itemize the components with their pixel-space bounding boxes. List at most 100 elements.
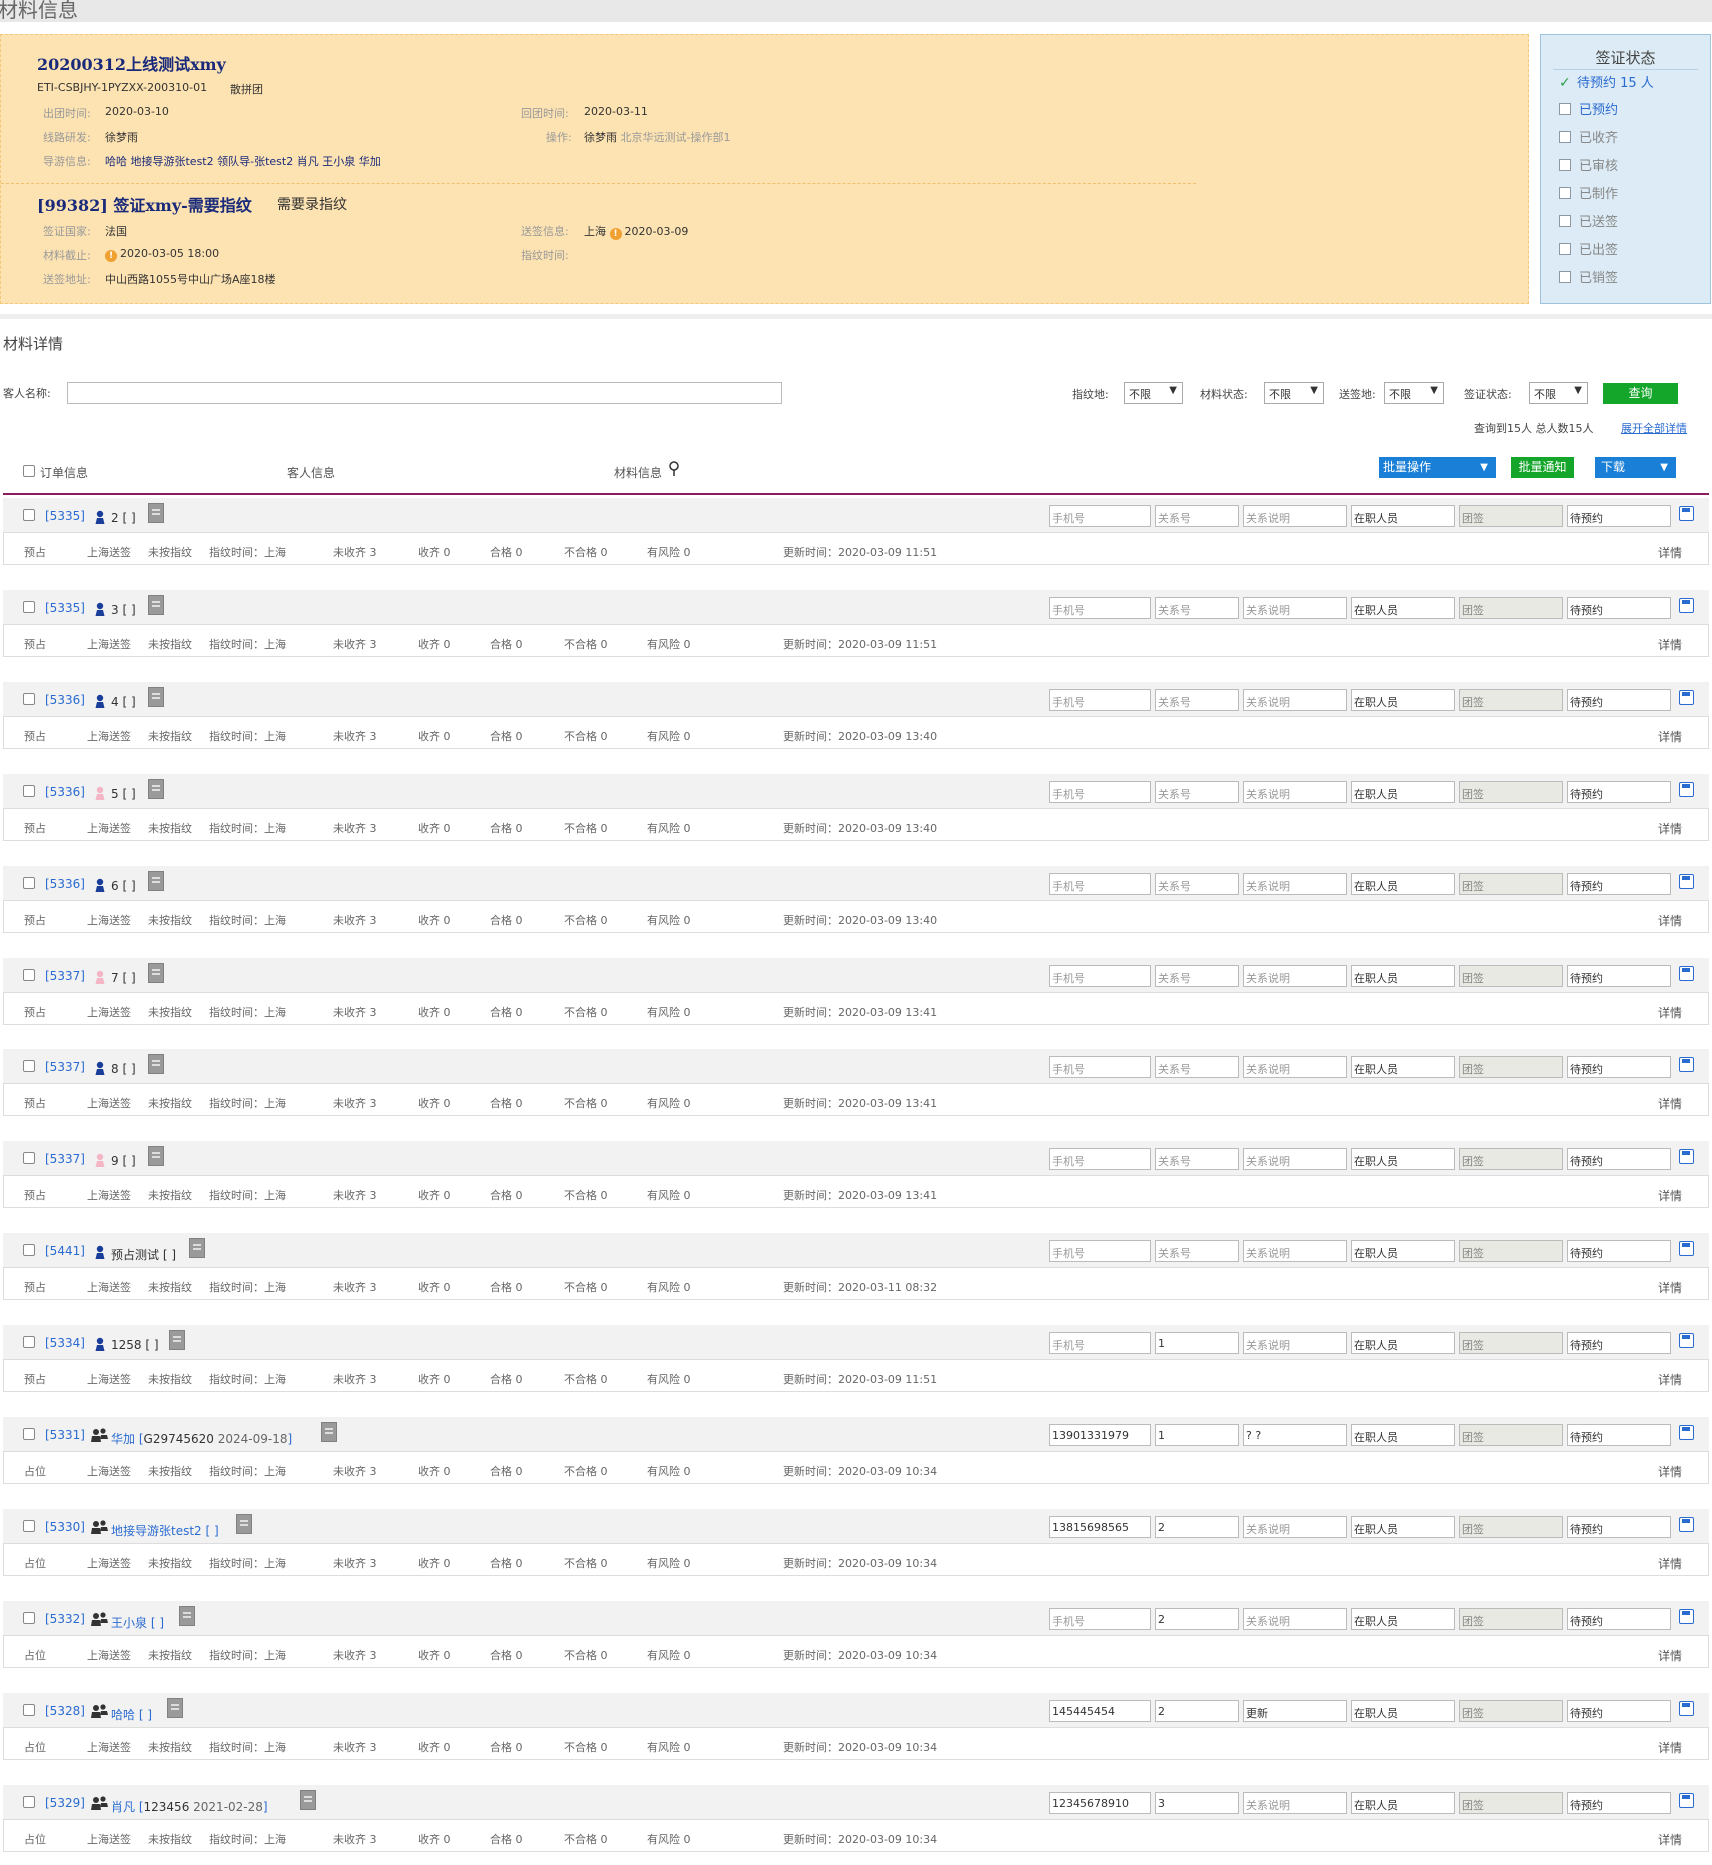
order-id-link[interactable]: [5332]: [45, 1612, 85, 1626]
order-id-link[interactable]: [5336]: [45, 877, 85, 891]
status-collected[interactable]: 已收齐: [1559, 130, 1618, 148]
batch-operation-dropdown[interactable]: 批量操作 ▼: [1379, 457, 1496, 478]
document-icon[interactable]: [148, 686, 164, 707]
status-issued[interactable]: 已出签: [1559, 242, 1618, 260]
detail-link[interactable]: 详情: [1658, 1279, 1682, 1296]
relation-input[interactable]: 关系号: [1155, 1148, 1239, 1171]
occupation-select[interactable]: 在职人员: [1351, 688, 1455, 711]
row-checkbox[interactable]: [23, 692, 35, 705]
visa-state-select[interactable]: 待预约: [1567, 1607, 1671, 1630]
visa-state-select[interactable]: 待预约: [1567, 1515, 1671, 1538]
save-icon[interactable]: [1679, 597, 1694, 613]
occupation-select[interactable]: 在职人员: [1351, 780, 1455, 803]
batch-notice-button[interactable]: 批量通知: [1511, 457, 1574, 478]
relation-desc-input[interactable]: 关系说明: [1243, 688, 1347, 711]
relation-input[interactable]: 关系号: [1155, 688, 1239, 711]
occupation-select[interactable]: 在职人员: [1351, 1332, 1455, 1355]
detail-link[interactable]: 详情: [1658, 1187, 1682, 1204]
relation-input[interactable]: 关系号: [1155, 872, 1239, 895]
order-id-link[interactable]: [5335]: [45, 601, 85, 615]
occupation-select[interactable]: 在职人员: [1351, 1148, 1455, 1171]
relation-desc-input[interactable]: 关系说明: [1243, 1332, 1347, 1355]
relation-input[interactable]: 关系号: [1155, 505, 1239, 527]
download-dropdown[interactable]: 下载 ▼: [1595, 457, 1676, 478]
document-icon[interactable]: [148, 870, 164, 891]
order-id-link[interactable]: [5334]: [45, 1336, 85, 1350]
order-id-link[interactable]: [5337]: [45, 1060, 85, 1074]
row-checkbox[interactable]: [23, 1428, 35, 1440]
document-icon[interactable]: [148, 594, 164, 615]
save-icon[interactable]: [1679, 1516, 1694, 1532]
order-id-link[interactable]: [5337]: [45, 1152, 85, 1166]
phone-input[interactable]: 手机号: [1049, 596, 1151, 619]
phone-input[interactable]: 手机号: [1049, 505, 1151, 527]
visa-state-select[interactable]: 待预约: [1567, 1332, 1671, 1355]
relation-desc-input[interactable]: 关系说明: [1243, 780, 1347, 803]
phone-input[interactable]: 145445454: [1049, 1699, 1151, 1722]
guest-name-input[interactable]: [67, 382, 782, 404]
row-checkbox[interactable]: [23, 1152, 35, 1165]
guest-name[interactable]: 王小泉 [ ]: [111, 1614, 164, 1631]
row-checkbox[interactable]: [23, 1703, 35, 1716]
document-icon[interactable]: [148, 1054, 164, 1075]
save-icon[interactable]: [1679, 1333, 1694, 1349]
save-icon[interactable]: [1679, 965, 1694, 981]
save-icon[interactable]: [1679, 1241, 1694, 1257]
relation-input[interactable]: 1: [1155, 1332, 1239, 1355]
document-icon[interactable]: [321, 1422, 337, 1442]
filter-deliver-select[interactable]: 不限 ▼: [1384, 382, 1444, 404]
detail-link[interactable]: 详情: [1658, 636, 1682, 653]
row-checkbox[interactable]: [23, 1060, 35, 1073]
relation-desc-input[interactable]: 关系说明: [1243, 596, 1347, 619]
phone-input[interactable]: 手机号: [1049, 780, 1151, 803]
phone-input[interactable]: 12345678910: [1049, 1791, 1151, 1814]
visa-state-select[interactable]: 待预约: [1567, 872, 1671, 895]
order-id-link[interactable]: [5336]: [45, 693, 85, 707]
phone-input[interactable]: 手机号: [1049, 1056, 1151, 1079]
save-icon[interactable]: [1679, 1700, 1694, 1716]
row-checkbox[interactable]: [23, 1611, 35, 1624]
detail-link[interactable]: 详情: [1658, 1647, 1682, 1664]
guest-name[interactable]: 肖凡 [123456 2021-02-28]: [111, 1798, 268, 1815]
row-checkbox[interactable]: [23, 1336, 35, 1349]
guest-name[interactable]: 华加 [G29745620 2024-09-18]: [111, 1430, 292, 1447]
relation-desc-input[interactable]: 更新: [1243, 1699, 1347, 1722]
relation-input[interactable]: 关系号: [1155, 964, 1239, 987]
occupation-select[interactable]: 在职人员: [1351, 1056, 1455, 1079]
visa-state-select[interactable]: 待预约: [1567, 1056, 1671, 1079]
order-id-link[interactable]: [5328]: [45, 1704, 85, 1718]
occupation-select[interactable]: 在职人员: [1351, 1607, 1455, 1630]
phone-input[interactable]: 13901331979: [1049, 1424, 1151, 1446]
relation-input[interactable]: 关系号: [1155, 1056, 1239, 1079]
phone-input[interactable]: 手机号: [1049, 964, 1151, 987]
phone-input[interactable]: 手机号: [1049, 1148, 1151, 1171]
row-checkbox[interactable]: [23, 1795, 35, 1808]
phone-input[interactable]: 手机号: [1049, 688, 1151, 711]
row-checkbox[interactable]: [23, 784, 35, 797]
detail-link[interactable]: 详情: [1658, 1371, 1682, 1388]
save-icon[interactable]: [1679, 781, 1694, 797]
document-icon[interactable]: [148, 503, 164, 523]
document-icon[interactable]: [148, 778, 164, 799]
order-id-link[interactable]: [5336]: [45, 785, 85, 799]
document-icon[interactable]: [169, 1330, 185, 1351]
visa-state-select[interactable]: 待预约: [1567, 1791, 1671, 1814]
phone-input[interactable]: 手机号: [1049, 872, 1151, 895]
document-icon[interactable]: [300, 1789, 316, 1810]
document-icon[interactable]: [148, 1146, 164, 1167]
save-icon[interactable]: [1679, 1057, 1694, 1073]
filter-visa-select[interactable]: 不限 ▼: [1529, 382, 1588, 404]
occupation-select[interactable]: 在职人员: [1351, 596, 1455, 619]
document-icon[interactable]: [179, 1605, 195, 1626]
visa-state-select[interactable]: 待预约: [1567, 596, 1671, 619]
status-reviewed[interactable]: 已审核: [1559, 158, 1618, 176]
detail-link[interactable]: 详情: [1658, 728, 1682, 745]
relation-desc-input[interactable]: 关系说明: [1243, 964, 1347, 987]
relation-desc-input[interactable]: 关系说明: [1243, 1515, 1347, 1538]
relation-input[interactable]: 2: [1155, 1515, 1239, 1538]
relation-input[interactable]: 关系号: [1155, 780, 1239, 803]
expand-all-link[interactable]: 展开全部详情: [1621, 420, 1687, 436]
status-submitted[interactable]: 已送签: [1559, 214, 1618, 232]
occupation-select[interactable]: 在职人员: [1351, 1240, 1455, 1263]
select-all-checkbox[interactable]: [23, 465, 35, 477]
